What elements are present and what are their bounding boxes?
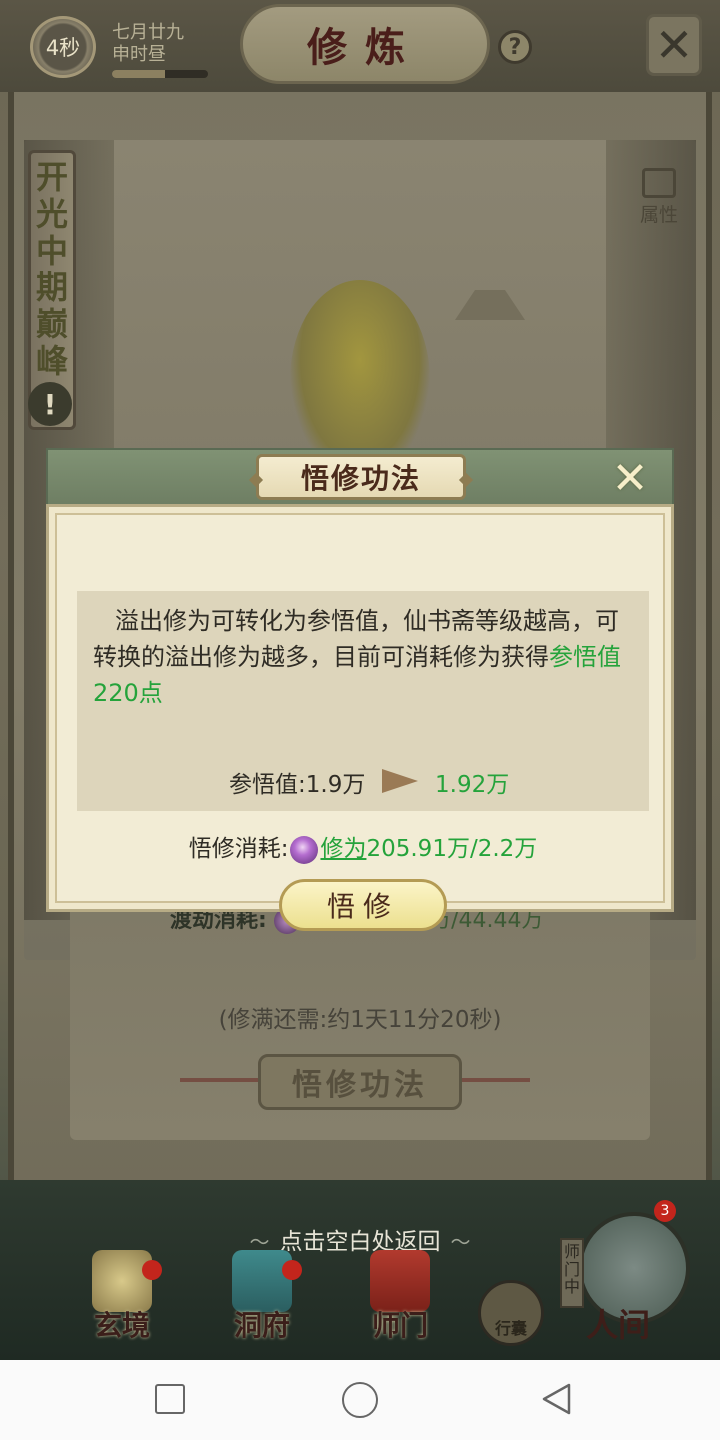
info-box: 溢出修为可转化为参悟值，仙书斋等级越高，可转换的溢出修为越多，目前可消耗修为获得… [77, 591, 649, 811]
insight-confirm-button[interactable]: 悟修 [279, 879, 447, 931]
back-icon[interactable] [540, 1382, 572, 1416]
cultivation-orb-icon [290, 835, 319, 864]
dialog-close-button[interactable]: ✕ [606, 452, 654, 504]
next-insight-value: 1.92万 [435, 772, 510, 798]
close-icon: ✕ [611, 452, 649, 504]
dialog-body: 溢出修为可转化为参悟值，仙书斋等级越高，可转换的溢出修为越多，目前可消耗修为获得… [46, 504, 677, 931]
insight-value-compare: 参悟值:1.9万 1.92万 [77, 763, 649, 799]
description-text: 溢出修为可转化为参悟值，仙书斋等级越高，可转换的溢出修为越多，目前可消耗修为获得 [93, 607, 619, 671]
home-icon[interactable] [342, 1382, 378, 1418]
description: 溢出修为可转化为参悟值，仙书斋等级越高，可转换的溢出修为越多，目前可消耗修为获得… [93, 603, 633, 711]
cost-label: 悟修消耗: [188, 836, 289, 862]
cultivation-link[interactable]: 修为 [320, 836, 366, 862]
dialog-title: 悟修功法 [256, 454, 466, 500]
system-nav-bar [0, 1360, 720, 1440]
current-insight-value: 参悟值:1.9万 [229, 772, 366, 798]
arrow-right-icon [382, 769, 418, 793]
insight-dialog: 悟修功法 ✕ 溢出修为可转化为参悟值，仙书斋等级越高，可转换的溢出修为越多，目前… [46, 448, 677, 931]
recent-apps-icon[interactable] [155, 1384, 185, 1414]
cost-value: 205.91万/2.2万 [366, 836, 538, 862]
insight-cost: 悟修消耗: 修为205.91万/2.2万 [49, 829, 677, 864]
game-screen[interactable]: 4秒 七月廿九 申时昼 修炼 ? ✕ 开 光 中 期 巅 峰 ! 属性 渡劫消耗… [0, 0, 720, 1360]
